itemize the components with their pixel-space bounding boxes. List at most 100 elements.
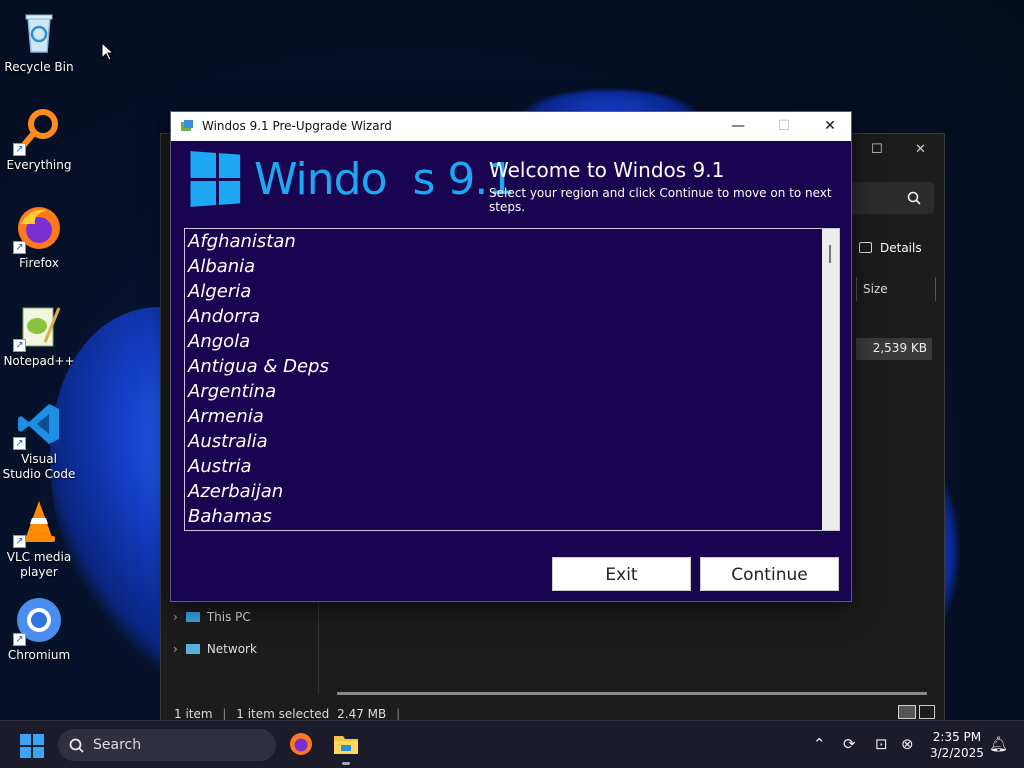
shortcut-arrow-icon: ↗ bbox=[13, 437, 26, 450]
desktop-icon-chromium[interactable]: ↗ Chromium bbox=[2, 596, 76, 663]
notepadpp-icon: ↗ bbox=[13, 302, 63, 352]
taskbar-search-box[interactable]: Search bbox=[58, 729, 276, 761]
file-size-cell: 2,539 KB bbox=[856, 338, 932, 360]
details-view-icon bbox=[859, 242, 872, 253]
chromium-icon: ↗ bbox=[13, 596, 63, 646]
region-list-item[interactable]: Antigua & Deps bbox=[185, 354, 821, 379]
desktop-icon-label: Chromium bbox=[7, 648, 71, 662]
clock-time: 2:35 PM bbox=[932, 730, 982, 744]
chevron-right-icon: › bbox=[173, 610, 178, 624]
details-label: Details bbox=[880, 241, 922, 255]
close-button[interactable]: ✕ bbox=[807, 112, 853, 141]
vscode-icon: ↗ bbox=[13, 400, 63, 450]
status-selected: 1 item selected bbox=[236, 707, 330, 721]
shortcut-arrow-icon: ↗ bbox=[13, 633, 26, 646]
sync-icon[interactable]: ⟳ bbox=[843, 735, 856, 753]
exit-button[interactable]: Exit bbox=[552, 557, 691, 591]
region-list-item[interactable]: Armenia bbox=[185, 404, 821, 429]
desktop-icon-label: Firefox bbox=[19, 256, 59, 270]
firefox-icon: ↗ bbox=[13, 204, 63, 254]
network-display-icon[interactable]: ⊡ bbox=[875, 735, 888, 753]
computer-icon bbox=[185, 612, 200, 622]
shortcut-arrow-icon: ↗ bbox=[13, 143, 26, 156]
tiles-view-toggle-icon[interactable] bbox=[919, 705, 935, 719]
desktop-icon-label: VLC media player bbox=[6, 550, 72, 579]
taskbar-firefox-icon[interactable] bbox=[289, 732, 313, 760]
desktop-icon-vlc[interactable]: ↗ VLC media player bbox=[2, 498, 76, 580]
product-logo-text: Windo s 9.1 bbox=[254, 154, 515, 205]
shortcut-arrow-icon: ↗ bbox=[13, 535, 26, 548]
status-divider: | bbox=[222, 707, 227, 721]
desktop-icon-everything[interactable]: ↗ Everything bbox=[2, 106, 76, 173]
volume-muted-icon[interactable]: ⊗ bbox=[901, 735, 914, 753]
explorer-search-box[interactable] bbox=[846, 182, 934, 214]
chevron-right-icon: › bbox=[173, 642, 178, 656]
region-list-item[interactable]: Angola bbox=[185, 329, 821, 354]
region-list-item[interactable]: Albania bbox=[185, 254, 821, 279]
vertical-scrollbar[interactable] bbox=[822, 229, 839, 530]
region-listbox[interactable]: Afghanistan Albania Algeria Andorra Angola An… bbox=[184, 228, 840, 531]
nav-label: Network bbox=[206, 642, 257, 656]
close-icon[interactable]: ✕ bbox=[915, 142, 926, 157]
active-app-indicator bbox=[342, 762, 350, 765]
taskbar: Search ⌃ ⟳ ⊡ ⊗ 2:35 PM 3/2/2025 🔔︎ bbox=[0, 720, 1024, 768]
clock-date: 3/2/2025 bbox=[930, 746, 984, 760]
start-button-icon[interactable] bbox=[20, 734, 44, 758]
region-list-item[interactable]: Algeria bbox=[185, 279, 821, 304]
status-size: 2.47 MB bbox=[337, 707, 387, 721]
wizard-header: Windo s 9.1 Welcome to Windos 9.1 Select… bbox=[171, 141, 851, 229]
region-list-item[interactable]: Andorra bbox=[185, 304, 821, 329]
desktop-icon-recycle-bin[interactable]: Recycle Bin bbox=[2, 8, 76, 75]
region-list-item[interactable]: Bahamas bbox=[185, 504, 821, 529]
desktop-icon-label: Visual Studio Code bbox=[2, 452, 76, 481]
status-bar: 1 item | 1 item selected 2.47 MB | bbox=[174, 707, 400, 721]
network-icon bbox=[185, 644, 200, 654]
welcome-heading: Welcome to Windos 9.1 bbox=[489, 158, 725, 182]
vlc-icon: ↗ bbox=[13, 498, 63, 548]
notification-bell-icon[interactable]: 🔔︎ bbox=[989, 735, 1008, 753]
instructions-text: Select your region and click Continue to… bbox=[489, 186, 832, 214]
view-details-button[interactable]: Details bbox=[859, 241, 922, 255]
region-list-item[interactable]: Australia bbox=[185, 429, 821, 454]
taskbar-file-explorer-icon[interactable] bbox=[333, 732, 359, 765]
search-icon bbox=[69, 738, 84, 753]
shortcut-arrow-icon: ↗ bbox=[13, 339, 26, 352]
horizontal-scrollbar[interactable] bbox=[337, 692, 927, 695]
recycle-bin-icon bbox=[15, 8, 63, 56]
status-divider: | bbox=[396, 707, 401, 721]
continue-button[interactable]: Continue bbox=[700, 557, 839, 591]
chevron-up-icon[interactable]: ⌃ bbox=[813, 735, 826, 753]
region-list: Afghanistan Albania Algeria Andorra Angola An… bbox=[185, 229, 821, 529]
windows-logo-icon bbox=[190, 151, 241, 207]
shortcut-arrow-icon: ↗ bbox=[13, 241, 26, 254]
pre-upgrade-wizard-dialog: Windos 9.1 Pre-Upgrade Wizard — ☐ ✕ Wind… bbox=[170, 111, 852, 602]
title-bar[interactable]: Windos 9.1 Pre-Upgrade Wizard — ☐ ✕ bbox=[171, 112, 851, 141]
app-icon bbox=[181, 120, 193, 131]
minimize-button[interactable]: — bbox=[715, 112, 761, 141]
window-title: Windos 9.1 Pre-Upgrade Wizard bbox=[202, 119, 392, 133]
region-list-item[interactable]: Austria bbox=[185, 454, 821, 479]
desktop-icon-notepadpp[interactable]: ↗ Notepad++ bbox=[2, 302, 76, 369]
desktop-icon-label: Everything bbox=[6, 158, 72, 172]
everything-search-icon: ↗ bbox=[13, 106, 63, 156]
desktop-icon-firefox[interactable]: ↗ Firefox bbox=[2, 204, 76, 271]
status-item-count: 1 item bbox=[174, 707, 213, 721]
region-list-item[interactable]: Argentina bbox=[185, 379, 821, 404]
navigation-pane: › This PC › Network bbox=[161, 594, 319, 694]
system-clock[interactable]: 2:35 PM 3/2/2025 bbox=[930, 729, 984, 761]
maximize-button: ☐ bbox=[777, 118, 791, 134]
scrollbar-thumb[interactable] bbox=[829, 245, 831, 263]
nav-item-network[interactable]: › Network bbox=[173, 642, 257, 656]
desktop-icon-vscode[interactable]: ↗ Visual Studio Code bbox=[2, 400, 76, 482]
details-view-toggle-icon[interactable] bbox=[898, 705, 916, 719]
nav-item-this-pc[interactable]: › This PC bbox=[173, 610, 251, 624]
nav-label: This PC bbox=[206, 610, 251, 624]
region-list-item[interactable]: Azerbaijan bbox=[185, 479, 821, 504]
column-header-size[interactable]: Size bbox=[856, 277, 936, 301]
desktop-icon-label: Recycle Bin bbox=[4, 60, 74, 74]
region-list-item[interactable]: Afghanistan bbox=[185, 229, 821, 254]
maximize-icon[interactable]: ☐ bbox=[871, 142, 883, 157]
search-placeholder: Search bbox=[93, 737, 142, 753]
desktop-icon-label: Notepad++ bbox=[3, 354, 75, 368]
mouse-cursor-icon bbox=[101, 42, 115, 61]
